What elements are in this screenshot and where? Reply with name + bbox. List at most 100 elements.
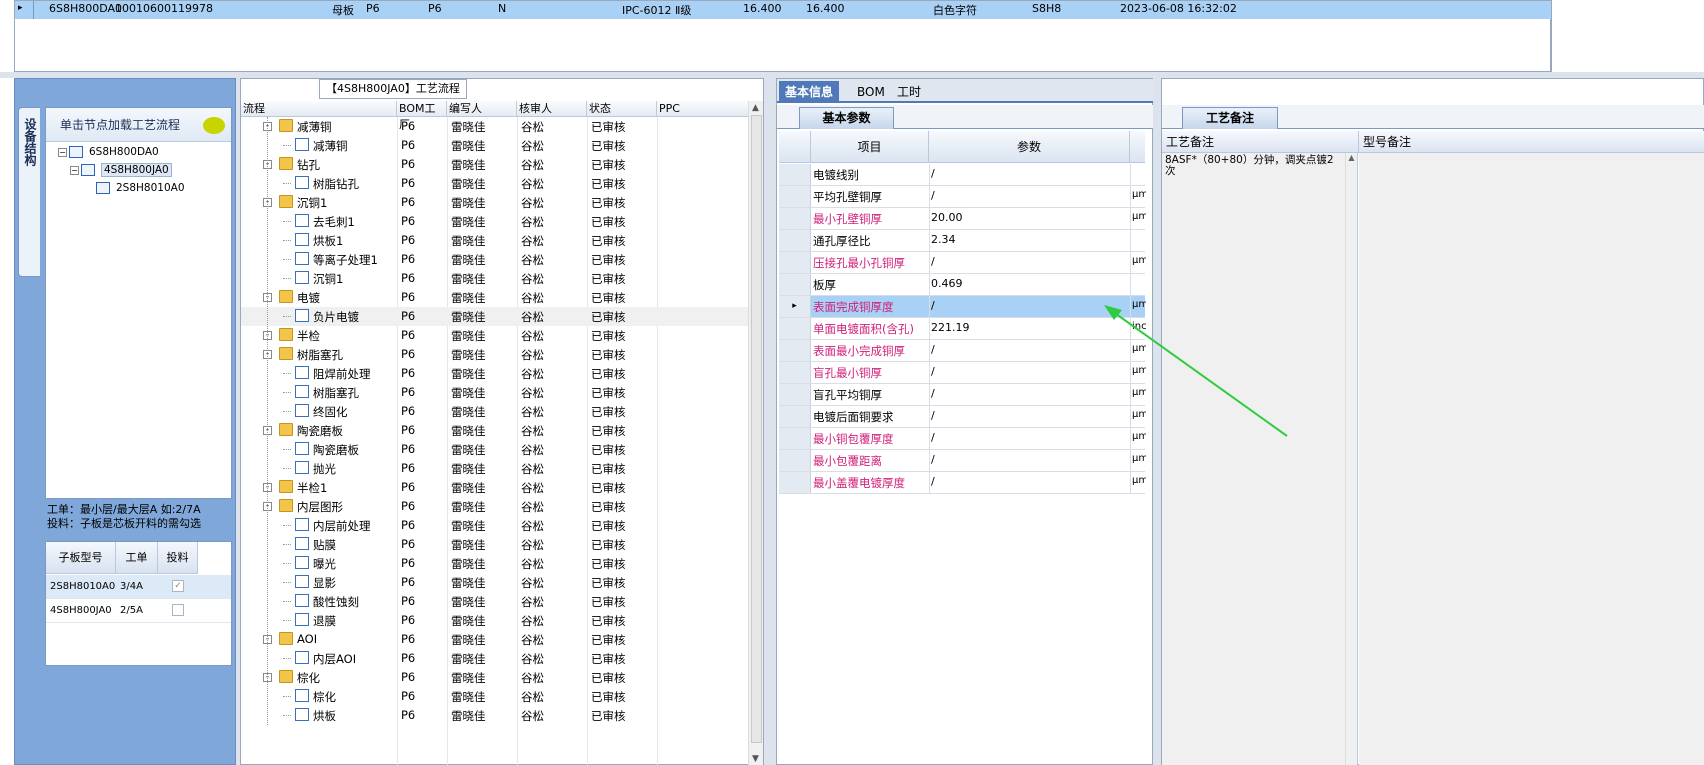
- header-item[interactable]: 项目: [811, 131, 929, 163]
- flow-row[interactable]: 显影 P6 雷晓佳 谷松 已审核: [241, 573, 749, 592]
- param-value[interactable]: /: [931, 475, 935, 488]
- param-value[interactable]: /: [931, 453, 935, 466]
- param-row[interactable]: 平均孔壁铜厚 / μm: [779, 186, 1146, 208]
- param-row[interactable]: 最小铜包覆厚度 / μm: [779, 428, 1146, 450]
- tab-basic-info[interactable]: 基本信息: [779, 81, 840, 103]
- row-indicator[interactable]: [779, 428, 811, 449]
- flow-row[interactable]: 酸性蚀刻 P6 雷晓佳 谷松 已审核: [241, 592, 749, 611]
- remark-scrollbar[interactable]: ▲: [1345, 153, 1357, 765]
- model-remark-field[interactable]: [1359, 153, 1704, 765]
- row-indicator[interactable]: [779, 450, 811, 471]
- row-indicator[interactable]: ▸: [779, 296, 811, 317]
- flow-row[interactable]: 曝光 P6 雷晓佳 谷松 已审核: [241, 554, 749, 573]
- flow-row[interactable]: - 树脂塞孔 P6 雷晓佳 谷松 已审核: [241, 345, 749, 364]
- flow-row[interactable]: 退膜 P6 雷晓佳 谷松 已审核: [241, 611, 749, 630]
- header-model-remark[interactable]: 型号备注: [1359, 131, 1704, 153]
- comment-bubble-icon[interactable]: [203, 117, 225, 134]
- param-row[interactable]: 表面最小完成铜厚 / μm: [779, 340, 1146, 362]
- header-order[interactable]: 工单: [116, 542, 158, 574]
- flow-row[interactable]: - 钻孔 P6 雷晓佳 谷松 已审核: [241, 155, 749, 174]
- tree-node-child[interactable]: −4S8H800JA0: [70, 163, 172, 181]
- flow-row[interactable]: 抛光 P6 雷晓佳 谷松 已审核: [241, 459, 749, 478]
- row-indicator[interactable]: [779, 362, 811, 383]
- param-row[interactable]: 通孔厚径比 2.34: [779, 230, 1145, 252]
- row-indicator[interactable]: [779, 384, 811, 405]
- row-indicator[interactable]: [779, 340, 811, 361]
- feed-checkbox[interactable]: [172, 604, 184, 616]
- header-writer[interactable]: 编写人: [447, 101, 517, 117]
- flow-row[interactable]: - 棕化 P6 雷晓佳 谷松 已审核: [241, 668, 749, 687]
- row-indicator[interactable]: [779, 208, 811, 229]
- scroll-down-icon[interactable]: ▼: [752, 754, 759, 764]
- param-row[interactable]: 板厚 0.469: [779, 274, 1145, 296]
- tab-bom[interactable]: BOM: [851, 81, 891, 103]
- tab-work-hours[interactable]: 工时: [891, 81, 927, 103]
- param-row[interactable]: 最小孔壁铜厚 20.00 μm: [779, 208, 1146, 230]
- flow-row[interactable]: 树脂塞孔 P6 雷晓佳 谷松 已审核: [241, 383, 749, 402]
- param-value[interactable]: 2.34: [931, 233, 956, 246]
- flow-row[interactable]: - 陶瓷磨板 P6 雷晓佳 谷松 已审核: [241, 421, 749, 440]
- right-splitter[interactable]: [1153, 78, 1161, 765]
- param-value[interactable]: /: [931, 343, 935, 356]
- flow-row[interactable]: 负片电镀 P6 雷晓佳 谷松 已审核: [241, 307, 749, 326]
- header-bom-factory[interactable]: BOM工厂: [397, 101, 447, 131]
- middle-splitter[interactable]: [764, 78, 776, 765]
- flow-scrollbar[interactable]: ▲ ▼: [748, 101, 763, 765]
- row-indicator[interactable]: [779, 318, 811, 339]
- flow-row[interactable]: 减薄铜 P6 雷晓佳 谷松 已审核: [241, 136, 749, 155]
- flow-row[interactable]: - 半检1 P6 雷晓佳 谷松 已审核: [241, 478, 749, 497]
- collapse-icon[interactable]: −: [70, 165, 79, 175]
- flow-row[interactable]: 烘板1 P6 雷晓佳 谷松 已审核: [241, 231, 749, 250]
- param-value[interactable]: 0.469: [931, 277, 963, 290]
- process-remark-field[interactable]: 8ASF*（80+80）分钟，调夹点镀2次 ▲: [1162, 153, 1358, 765]
- flow-row[interactable]: - 电镀 P6 雷晓佳 谷松 已审核: [241, 288, 749, 307]
- param-value[interactable]: /: [931, 409, 935, 422]
- header-feed[interactable]: 投料: [158, 542, 198, 574]
- flow-row[interactable]: 沉铜1 P6 雷晓佳 谷松 已审核: [241, 269, 749, 288]
- param-value[interactable]: /: [931, 299, 935, 312]
- row-indicator[interactable]: [779, 274, 811, 295]
- param-row[interactable]: ▸ 表面完成铜厚度 / μm: [779, 296, 1146, 318]
- header-select-all[interactable]: [779, 131, 811, 163]
- row-indicator[interactable]: [779, 186, 811, 207]
- param-row[interactable]: 电镀线别 /: [779, 164, 1145, 186]
- row-indicator[interactable]: [779, 252, 811, 273]
- param-value[interactable]: 221.19: [931, 321, 970, 334]
- scroll-thumb[interactable]: [751, 115, 762, 743]
- flow-row[interactable]: - 沉铜1 P6 雷晓佳 谷松 已审核: [241, 193, 749, 212]
- header-ppc[interactable]: PPC: [657, 101, 749, 117]
- flow-row[interactable]: - AOI P6 雷晓佳 谷松 已审核: [241, 630, 749, 649]
- tree-node-grandchild[interactable]: 2S8H8010A0: [96, 182, 185, 199]
- param-row[interactable]: 电镀后面铜要求 / μm: [779, 406, 1146, 428]
- row-indicator[interactable]: [779, 230, 811, 251]
- flow-row[interactable]: 烘板 P6 雷晓佳 谷松 已审核: [241, 706, 749, 725]
- param-value[interactable]: 20.00: [931, 211, 963, 224]
- param-row[interactable]: 盲孔最小铜厚 / μm: [779, 362, 1146, 384]
- flow-row[interactable]: - 减薄铜 P6 雷晓佳 谷松 已审核: [241, 117, 749, 136]
- param-row[interactable]: 单面电镀面积(含孔) 221.19 inch: [779, 318, 1146, 340]
- param-row[interactable]: 最小盖覆电镀厚度 / μm: [779, 472, 1146, 494]
- flow-row[interactable]: 阻焊前处理 P6 雷晓佳 谷松 已审核: [241, 364, 749, 383]
- flow-row[interactable]: - 内层图形 P6 雷晓佳 谷松 已审核: [241, 497, 749, 516]
- header-process-remark[interactable]: 工艺备注: [1162, 131, 1359, 153]
- tree-node-root[interactable]: −6S8H800DA0: [58, 146, 159, 163]
- param-row[interactable]: 压接孔最小孔铜厚 / μm: [779, 252, 1146, 274]
- feed-checkbox[interactable]: ✓: [172, 580, 184, 592]
- param-value[interactable]: /: [931, 365, 935, 378]
- header-model[interactable]: 子板型号: [46, 542, 116, 574]
- row-indicator[interactable]: [779, 472, 811, 493]
- table-row[interactable]: 4S8H800JA0 2/5A: [46, 599, 231, 623]
- flow-row[interactable]: 棕化 P6 雷晓佳 谷松 已审核: [241, 687, 749, 706]
- header-reviewer[interactable]: 核审人: [517, 101, 587, 117]
- param-value[interactable]: /: [931, 189, 935, 202]
- flow-row[interactable]: - 半检 P6 雷晓佳 谷松 已审核: [241, 326, 749, 345]
- param-row[interactable]: 盲孔平均铜厚 / μm: [779, 384, 1146, 406]
- tab-basic-params[interactable]: 基本参数: [799, 107, 894, 129]
- header-param[interactable]: 参数: [929, 131, 1130, 163]
- flow-row[interactable]: 内层前处理 P6 雷晓佳 谷松 已审核: [241, 516, 749, 535]
- top-grid-row[interactable]: ▸ 6S8H800DA0 10010600119978 母板 P6 P6 N I…: [15, 1, 1552, 19]
- flow-row[interactable]: 陶瓷磨板 P6 雷晓佳 谷松 已审核: [241, 440, 749, 459]
- header-flow[interactable]: 流程: [241, 101, 397, 117]
- table-row[interactable]: 2S8H8010A0 3/4A ✓: [46, 575, 231, 599]
- flow-row[interactable]: 终固化 P6 雷晓佳 谷松 已审核: [241, 402, 749, 421]
